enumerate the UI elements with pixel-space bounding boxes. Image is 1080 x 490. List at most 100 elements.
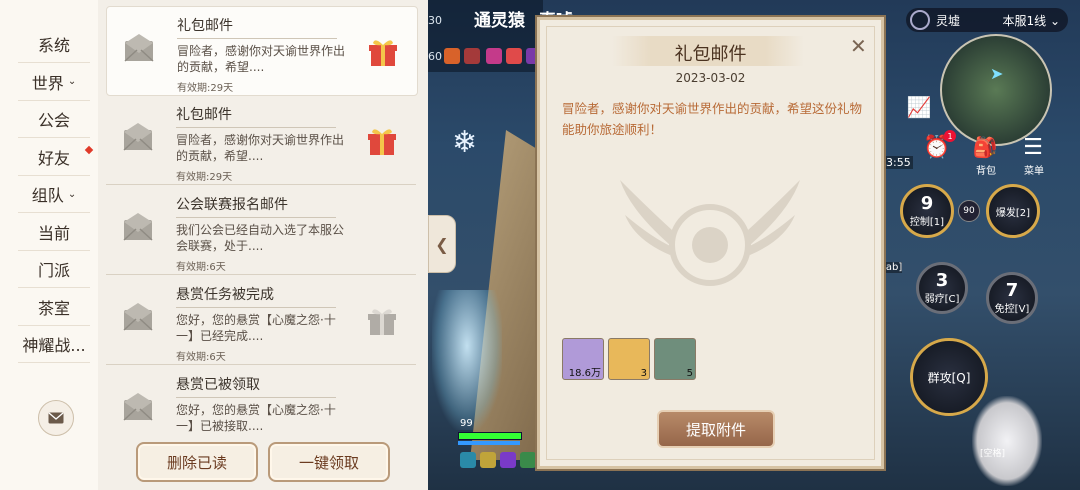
skill-immune-button[interactable]: 7 免控[V] bbox=[986, 272, 1038, 324]
chevron-down-icon: ⌄ bbox=[67, 188, 77, 200]
buff-icon bbox=[464, 48, 480, 64]
skill-label: 群攻[Q] bbox=[927, 370, 971, 385]
channel-label: 组队 bbox=[31, 186, 64, 205]
mail-list-panel: 礼包邮件 冒险者，感谢你对天谕世界作出的贡献，希望.... 有效期:29天 礼包邮件冒… bbox=[98, 0, 428, 490]
channel-item[interactable]: 组队 ⌄ bbox=[18, 176, 90, 213]
skill-label: 免控[V] bbox=[994, 303, 1030, 315]
snowflake-icon: ❄ bbox=[452, 125, 478, 160]
region-indicator[interactable]: 灵墟 本服1线 ⌄ bbox=[906, 8, 1068, 32]
skill-heal-button[interactable]: 3 弱疗[C] bbox=[916, 262, 968, 314]
talisman-item-icon[interactable]: 3 bbox=[608, 338, 650, 380]
menu-icon[interactable]: ☰ bbox=[1018, 132, 1048, 162]
channel-label: 当前 bbox=[37, 223, 70, 243]
skill-cooldown: 7 bbox=[1005, 279, 1019, 301]
mail-action-bar: 删除已读 一键领取 bbox=[98, 440, 428, 490]
channel-item[interactable]: 世界 ⌄ bbox=[18, 64, 90, 101]
skill-slot-icon[interactable] bbox=[460, 452, 476, 468]
mail-list-item[interactable]: 礼包邮件 冒险者，感谢你对天谕世界作出的贡献，希望.... 有效期:29天 bbox=[106, 6, 418, 96]
envelope-icon bbox=[123, 31, 155, 63]
mail-icon bbox=[48, 412, 64, 424]
channel-item[interactable]: 神耀战... bbox=[18, 326, 90, 363]
bag-label: 背包 bbox=[976, 166, 996, 177]
tab-key-hint: [ab] bbox=[882, 262, 903, 273]
hp-bar bbox=[458, 432, 522, 440]
skill-burst-button[interactable]: 爆发[2] bbox=[986, 184, 1040, 238]
channel-item[interactable]: 茶室 bbox=[18, 289, 90, 326]
skill-control-button[interactable]: 9 控制[1] bbox=[900, 184, 954, 238]
envelope-icon bbox=[122, 210, 154, 242]
scroll-item-icon[interactable]: 18.6万 bbox=[562, 338, 604, 380]
extract-attachments-button[interactable]: 提取附件 bbox=[657, 410, 775, 448]
hp-value: 99 bbox=[460, 418, 473, 429]
channel-item[interactable]: 当前 bbox=[18, 214, 90, 251]
channel-label: 门派 bbox=[37, 261, 70, 280]
mail-item-preview: 您好，您的悬赏【心魔之怨·十一】已经完成.... bbox=[176, 313, 336, 343]
mail-item-title: 悬赏任务被完成 bbox=[176, 284, 336, 308]
channel-item[interactable]: 系统 bbox=[18, 26, 90, 63]
close-icon[interactable]: ✕ bbox=[850, 34, 867, 58]
collapse-panel-button[interactable]: ❮ bbox=[428, 215, 456, 273]
gift-box-icon bbox=[368, 306, 396, 336]
mail-button[interactable] bbox=[38, 400, 74, 436]
skill-cooldown: 9 bbox=[920, 192, 934, 214]
mail-title: 礼包邮件 bbox=[674, 44, 747, 65]
mail-list-item[interactable]: 悬赏任务被完成您好，您的悬赏【心魔之怨·十一】已经完成.... 有效期:6天 bbox=[106, 276, 416, 365]
stats-chart-icon[interactable]: 📈 bbox=[904, 92, 934, 122]
minimap[interactable]: ➤ bbox=[940, 34, 1052, 146]
mail-item-preview: 冒险者，感谢你对天谕世界作出的贡献，希望.... bbox=[177, 44, 346, 74]
bag-icon[interactable]: 🎒 bbox=[970, 132, 1000, 162]
attachment-count: 5 bbox=[686, 368, 693, 379]
region-icon bbox=[910, 10, 930, 30]
gift-box-icon bbox=[369, 37, 397, 67]
jump-key-hint: [空格] bbox=[980, 449, 1006, 459]
skill-badge: 90 bbox=[958, 200, 980, 222]
pet-bunny[interactable] bbox=[972, 396, 1042, 486]
skill-label: 控制[1] bbox=[909, 216, 945, 228]
envelope-icon bbox=[122, 300, 154, 332]
timer-text: 3:55 bbox=[884, 156, 913, 169]
mail-item-expiry: 有效期:6天 bbox=[176, 352, 226, 363]
channel-label: 公会 bbox=[37, 111, 70, 130]
character-name-text: 通灵猿 bbox=[474, 11, 525, 31]
skill-slot-icon[interactable] bbox=[480, 452, 496, 468]
player-arrow-icon: ➤ bbox=[990, 64, 1004, 83]
skill-cooldown: 3 bbox=[935, 269, 949, 291]
channel-label: 系统 bbox=[37, 36, 70, 55]
envelope-icon bbox=[122, 390, 154, 422]
channel-label: 好友 bbox=[37, 148, 70, 168]
hud-level-60: 60 bbox=[428, 50, 442, 63]
channel-item[interactable]: 好友 bbox=[18, 139, 94, 176]
envelope-icon bbox=[122, 120, 154, 152]
channel-item[interactable]: 门派 bbox=[18, 251, 90, 288]
mail-list-item[interactable]: 礼包邮件 冒险者，感谢你对天谕世界作出的贡献，希望.... 有效期:29天 bbox=[106, 96, 416, 185]
mail-item-expiry: 有效期:6天 bbox=[176, 262, 226, 273]
claim-all-button[interactable]: 一键领取 bbox=[268, 442, 390, 482]
mail-item-preview: 您好，您的悬赏【心魔之怨·十一】已被接取.... bbox=[176, 403, 336, 433]
skill-label: 爆发[2] bbox=[995, 207, 1031, 219]
channel-item[interactable]: 公会 bbox=[18, 101, 90, 138]
hud-level-30: 30 bbox=[428, 14, 442, 27]
channel-label: 茶室 bbox=[37, 298, 70, 318]
ore-item-icon[interactable]: 5 bbox=[654, 338, 696, 380]
mail-item-title: 悬赏已被领取 bbox=[176, 374, 336, 398]
channel-label: 世界 bbox=[31, 73, 64, 93]
mail-list-item[interactable]: 公会联赛报名邮件 我们公会已经自动入选了本服公会联赛，处于.... 有效期:6天 bbox=[106, 186, 416, 275]
emblem-watermark-icon bbox=[620, 180, 800, 286]
skill-slot-icon[interactable] bbox=[520, 452, 536, 468]
mail-detail-dialog: 礼包邮件 2023-03-02 ✕ 冒险者，感谢你对天谕世界作出的贡献，希望这份… bbox=[537, 17, 884, 469]
server-line-text: 本服1线 bbox=[1002, 13, 1047, 28]
skill-slot-icon[interactable] bbox=[500, 452, 516, 468]
mail-item-expiry: 有效期:29天 bbox=[176, 172, 233, 183]
mail-date: 2023-03-02 bbox=[675, 71, 746, 85]
delete-read-button[interactable]: 删除已读 bbox=[136, 442, 258, 482]
region-name: 灵墟 bbox=[936, 13, 961, 28]
notification-dot bbox=[84, 145, 94, 154]
buff-icon bbox=[506, 48, 522, 64]
mail-item-title: 公会联赛报名邮件 bbox=[176, 194, 336, 218]
server-line[interactable]: 本服1线 ⌄ bbox=[1002, 12, 1060, 29]
attachment-count: 18.6万 bbox=[568, 368, 601, 379]
attachment-count: 3 bbox=[640, 368, 647, 379]
mail-content: 冒险者，感谢你对天谕世界作出的贡献，希望这份礼物能助你旅途顺利！ bbox=[562, 101, 863, 137]
chevron-down-icon: ⌄ bbox=[67, 76, 77, 87]
gift-box-icon bbox=[368, 126, 396, 156]
